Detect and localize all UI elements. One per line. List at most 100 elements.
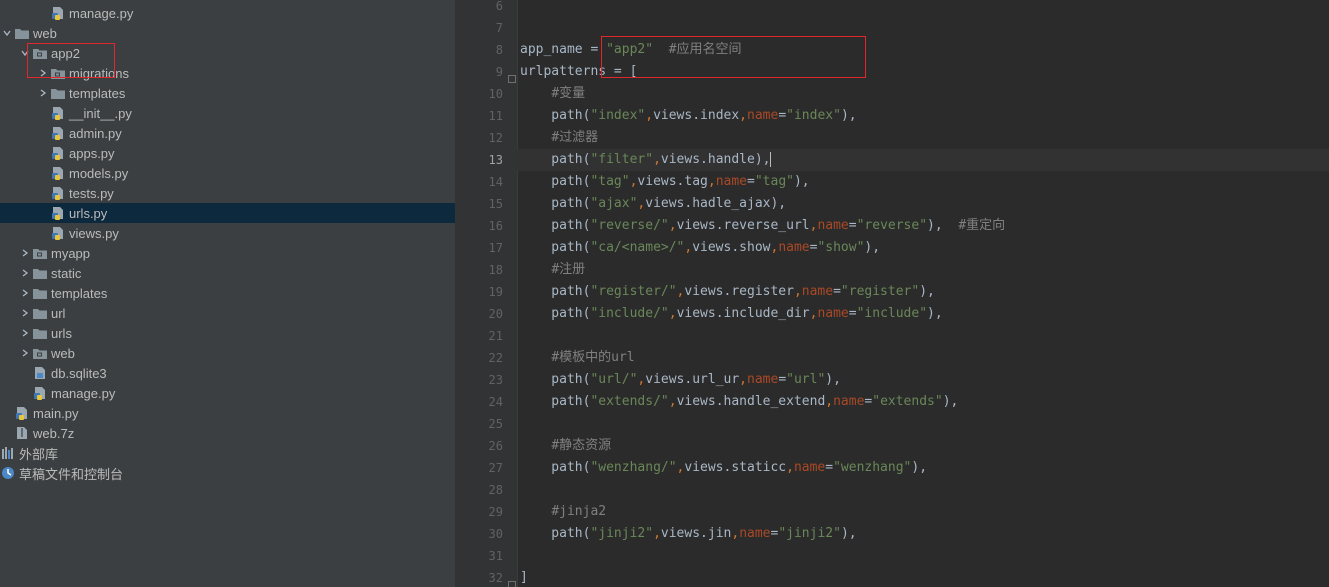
code-string: "extends/"	[590, 394, 669, 409]
code-token: =	[747, 174, 755, 189]
code-line[interactable]: #静态资源	[520, 435, 611, 457]
code-editor[interactable]: 6 7 8 9 10 11 12 13 14 15 16 17 18 19 20 21 22 23 24 25 26 27…	[455, 0, 1329, 587]
code-line[interactable]: path("include/",views.include_dir,name="…	[520, 303, 942, 325]
chevron-right-icon[interactable]	[36, 68, 50, 78]
tree-item-urls[interactable]: urls	[0, 323, 455, 343]
tree-item-label: templates	[69, 85, 126, 101]
tree-item-url[interactable]: url	[0, 303, 455, 323]
chevron-right-icon[interactable]	[18, 248, 32, 258]
code-line[interactable]: path("register/",views.register,name="re…	[520, 281, 935, 303]
tree-item-admin-py[interactable]: admin.py	[0, 123, 455, 143]
code-string: "url/"	[590, 372, 638, 387]
code-string: "jinji2"	[590, 526, 654, 541]
line-number: 21	[488, 329, 503, 343]
code-token: ),	[840, 108, 857, 123]
folder-icon	[14, 26, 30, 40]
library-icon	[0, 446, 16, 460]
tree-item-manage-py[interactable]: manage.py	[0, 3, 455, 23]
tree-item-label: url	[51, 305, 66, 321]
chevron-right-icon[interactable]	[18, 308, 32, 318]
tree-item-static[interactable]: static	[0, 263, 455, 283]
code-keyword-arg: name	[801, 284, 834, 299]
code-line[interactable]: path("filter",views.handle),	[520, 149, 772, 171]
code-line[interactable]: #注册	[520, 259, 585, 281]
code-line[interactable]: path("ca/<name>/",views.show,name="show"…	[520, 237, 880, 259]
code-token: ,	[825, 394, 834, 409]
code-line[interactable]: ]	[520, 567, 528, 587]
code-line[interactable]: path("jinji2",views.jin,name="jinji2"),	[520, 523, 856, 545]
tree-item-label: templates	[51, 285, 108, 301]
code-string: "show"	[817, 240, 865, 255]
chevron-right-icon[interactable]	[18, 268, 32, 278]
line-number: 16	[488, 219, 503, 233]
package-folder-icon	[32, 46, 48, 60]
fold-marker-icon[interactable]	[508, 68, 516, 83]
tree-item-myapp[interactable]: myapp	[0, 243, 455, 263]
tree-item-migrations[interactable]: migrations	[0, 63, 455, 83]
chevron-right-icon[interactable]	[18, 328, 32, 338]
code-keyword-arg: name	[739, 526, 771, 541]
chevron-right-icon[interactable]	[18, 348, 32, 358]
tree-item-init-py[interactable]: __init__.py	[0, 103, 455, 123]
folder-icon	[32, 266, 48, 280]
code-line[interactable]: path("wenzhang/",views.staticc,name="wen…	[520, 457, 927, 479]
chevron-right-icon[interactable]	[18, 288, 32, 298]
code-line[interactable]: path("url/",views.url_ur,name="url"),	[520, 369, 841, 391]
code-line[interactable]: path("extends/",views.handle_extend,name…	[520, 391, 958, 413]
tree-item-templates[interactable]: templates	[0, 83, 455, 103]
code-line[interactable]: path("index",views.index,name="index"),	[520, 105, 857, 127]
code-line[interactable]: path("tag",views.tag,name="tag"),	[520, 171, 809, 193]
tree-item-label: app2	[51, 45, 80, 61]
tree-item-urls-py[interactable]: urls.py	[0, 203, 455, 223]
code-token: views.index	[653, 108, 740, 123]
code-token: path(	[520, 240, 591, 255]
tree-item-label: db.sqlite3	[51, 365, 107, 381]
code-token: views.handle_extend	[676, 394, 826, 409]
code-comment: #变量	[551, 86, 586, 101]
code-token: =	[778, 108, 787, 123]
code-token: path(	[520, 460, 591, 475]
tree-item-[interactable]: 外部库	[0, 443, 455, 463]
tree-item-web[interactable]: web	[0, 343, 455, 363]
tree-item-[interactable]: 草稿文件和控制台	[0, 463, 455, 483]
chevron-right-icon[interactable]	[36, 88, 50, 98]
tree-item-app2[interactable]: app2	[0, 43, 455, 63]
fold-marker-icon[interactable]	[508, 574, 516, 587]
code-line[interactable]: app_name = "app2" #应用名空间	[520, 39, 742, 61]
tree-item-web-7z[interactable]: web.7z	[0, 423, 455, 443]
python-file-icon	[50, 146, 66, 160]
code-line[interactable]: #变量	[520, 83, 585, 105]
chevron-down-icon[interactable]	[18, 48, 32, 58]
code-line[interactable]: urlpatterns = [	[520, 61, 637, 83]
tree-item-manage-py[interactable]: manage.py	[0, 383, 455, 403]
tree-item-main-py[interactable]: main.py	[0, 403, 455, 423]
line-number-gutter[interactable]: 6 7 8 9 10 11 12 13 14 15 16 17 18 19 20 21 22 23 24 25 26 27…	[455, 0, 517, 587]
code-token: =	[825, 460, 834, 475]
code-line[interactable]: #jinja2	[520, 501, 606, 523]
line-number: 20	[488, 307, 503, 321]
code-line[interactable]: #模板中的url	[520, 347, 634, 369]
tree-item-db-sqlite3[interactable]: db.sqlite3	[0, 363, 455, 383]
code-token: ),	[942, 394, 959, 409]
folder-icon	[32, 286, 48, 300]
code-line[interactable]: path("reverse/",views.reverse_url,name="…	[520, 215, 1005, 237]
code-token: views.include_dir	[676, 306, 810, 321]
project-tree-panel[interactable]: manage.py web app2 migrations templates __ini…	[0, 0, 455, 587]
chevron-down-icon[interactable]	[0, 28, 14, 38]
tree-item-apps-py[interactable]: apps.py	[0, 143, 455, 163]
tree-item-label: web	[33, 25, 57, 41]
code-token: path(	[520, 174, 591, 189]
tree-item-tests-py[interactable]: tests.py	[0, 183, 455, 203]
code-line[interactable]: #过滤器	[520, 127, 598, 149]
code-string: "register"	[840, 284, 920, 299]
tree-item-label: manage.py	[69, 5, 134, 21]
tree-item-templates[interactable]: templates	[0, 283, 455, 303]
python-file-icon	[50, 166, 66, 180]
tree-item-views-py[interactable]: views.py	[0, 223, 455, 243]
python-file-icon	[50, 206, 66, 220]
code-line[interactable]: path("ajax",views.hadle_ajax),	[520, 193, 786, 215]
code-string: "tag"	[590, 174, 630, 189]
tree-item-web[interactable]: web	[0, 23, 455, 43]
tree-item-models-py[interactable]: models.py	[0, 163, 455, 183]
